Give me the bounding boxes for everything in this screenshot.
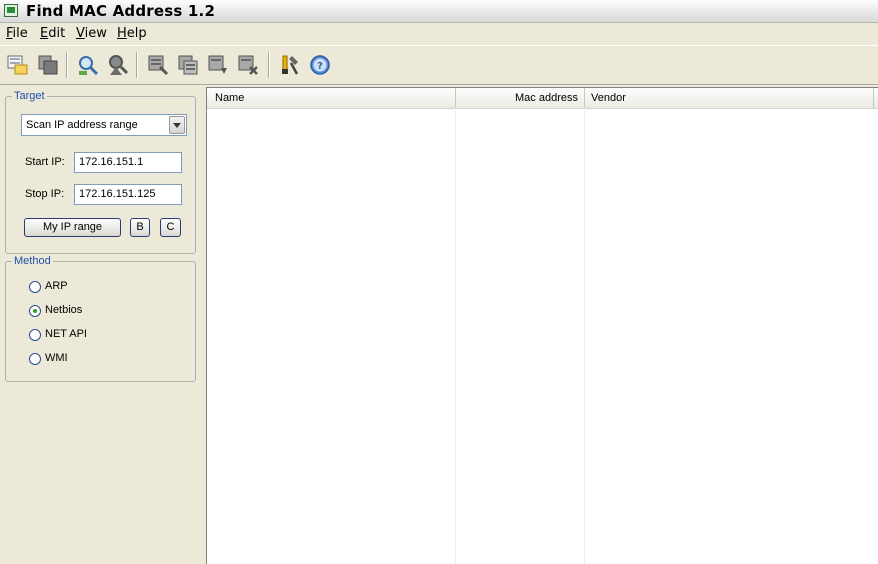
menu-bar: File Edit View Help bbox=[0, 23, 878, 44]
radio-wmi-label: WMI bbox=[45, 352, 68, 364]
menu-edit[interactable]: Edit bbox=[40, 26, 65, 41]
my-ip-range-button[interactable]: My IP range bbox=[24, 218, 121, 237]
menu-help[interactable]: Help bbox=[117, 26, 147, 41]
radio-net-api[interactable] bbox=[29, 329, 41, 341]
results-list[interactable]: Name Mac address Vendor bbox=[206, 87, 878, 564]
radio-arp-label: ARP bbox=[45, 280, 68, 292]
radio-netbios-label: Netbios bbox=[45, 304, 83, 316]
select-all-icon[interactable] bbox=[176, 53, 200, 77]
column-header-vendor[interactable]: Vendor bbox=[585, 88, 874, 108]
radio-net-api-label: NET API bbox=[45, 328, 87, 340]
toolbar: ? bbox=[0, 45, 878, 85]
delete-icon[interactable] bbox=[236, 53, 260, 77]
start-ip-label: Start IP: bbox=[25, 156, 65, 168]
export-icon[interactable] bbox=[206, 53, 230, 77]
start-ip-input[interactable]: 172.16.151.1 bbox=[74, 152, 182, 173]
column-header-mac[interactable]: Mac address bbox=[456, 88, 585, 108]
method-group-label: Method bbox=[12, 255, 53, 267]
toolbar-separator bbox=[268, 52, 270, 78]
column-divider bbox=[455, 108, 456, 564]
menu-view[interactable]: View bbox=[76, 26, 107, 41]
tools-icon[interactable] bbox=[278, 53, 302, 77]
left-panel: Target Scan IP address range Start IP: 1… bbox=[0, 85, 206, 564]
menu-file[interactable]: File bbox=[6, 26, 28, 41]
copy-icon[interactable] bbox=[36, 53, 60, 77]
scan-mode-value: Scan IP address range bbox=[26, 119, 138, 131]
new-scan-icon[interactable] bbox=[6, 53, 30, 77]
column-header-name[interactable]: Name bbox=[207, 88, 456, 108]
toolbar-separator bbox=[66, 52, 68, 78]
class-c-button[interactable]: C bbox=[160, 218, 181, 237]
chevron-down-icon[interactable] bbox=[169, 116, 185, 134]
radio-wmi[interactable] bbox=[29, 353, 41, 365]
toolbar-separator bbox=[136, 52, 138, 78]
column-divider bbox=[584, 108, 585, 564]
svg-text:?: ? bbox=[317, 61, 323, 72]
window-title: Find MAC Address 1.2 bbox=[26, 2, 216, 20]
scan-mode-select[interactable]: Scan IP address range bbox=[21, 114, 187, 136]
stop-ip-input[interactable]: 172.16.151.125 bbox=[74, 184, 182, 205]
select-icon[interactable] bbox=[146, 53, 170, 77]
class-b-button[interactable]: B bbox=[130, 218, 150, 237]
radio-arp[interactable] bbox=[29, 281, 41, 293]
target-group: Target Scan IP address range Start IP: 1… bbox=[5, 90, 196, 254]
list-header: Name Mac address Vendor bbox=[207, 88, 878, 109]
target-group-label: Target bbox=[12, 90, 47, 102]
radio-netbios[interactable] bbox=[29, 305, 41, 317]
find-icon[interactable] bbox=[76, 53, 100, 77]
app-icon bbox=[4, 4, 18, 17]
find-next-icon[interactable] bbox=[106, 53, 130, 77]
help-icon[interactable]: ? bbox=[308, 53, 332, 77]
title-bar[interactable]: Find MAC Address 1.2 bbox=[0, 0, 878, 23]
stop-ip-label: Stop IP: bbox=[25, 188, 65, 200]
